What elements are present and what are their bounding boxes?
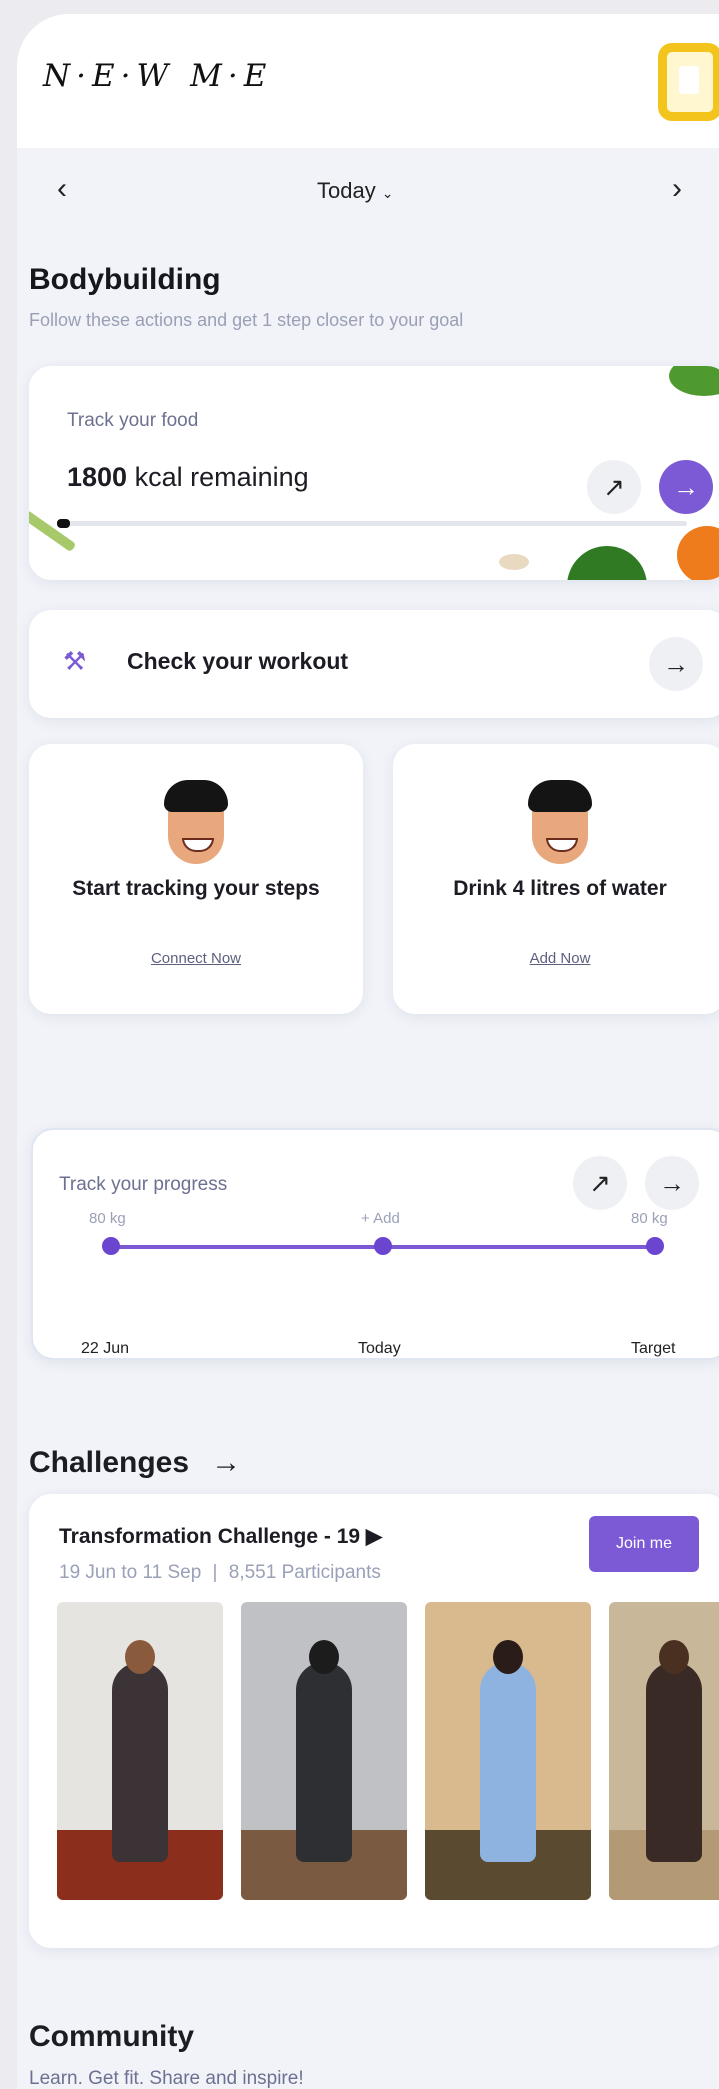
water-tile[interactable]: Drink 4 litres of water Add Now xyxy=(393,744,719,1014)
connect-now-link[interactable]: Connect Now xyxy=(49,950,343,967)
kcal-value: 1800 xyxy=(67,462,128,492)
date-navigator: ‹ Today ⌄ › xyxy=(17,164,719,224)
community-subtitle: Learn. Get fit. Share and inspire! xyxy=(29,2068,304,2089)
photo-person xyxy=(112,1662,168,1862)
kcal-remaining: 1800 kcal remaining xyxy=(67,462,309,493)
goal-subtitle: Follow these actions and get 1 step clos… xyxy=(29,310,464,330)
challenge-participants: 8,551 Participants xyxy=(228,1562,381,1583)
greens-decoration xyxy=(669,366,719,396)
target-label: Target xyxy=(631,1340,676,1357)
photo-person-head xyxy=(309,1640,339,1674)
goal-title: Bodybuilding xyxy=(29,263,221,296)
start-point xyxy=(102,1237,120,1255)
app-header: N·E·W M·E xyxy=(17,14,719,148)
photo-person-head xyxy=(125,1640,155,1674)
photo-person-head xyxy=(659,1640,689,1674)
challenges-title: Challenges xyxy=(29,1446,190,1479)
target-point xyxy=(646,1237,664,1255)
calorie-progress-bar xyxy=(57,519,687,528)
workout-label: Check your workout xyxy=(127,648,349,674)
beans-decoration xyxy=(499,554,529,570)
photo-person xyxy=(646,1662,702,1862)
app-screen: N·E·W M·E ‹ Today ⌄ › Bodybuilding Follow… xyxy=(17,14,719,2089)
track-food-label: Track your food xyxy=(67,410,199,431)
transformation-photo[interactable] xyxy=(425,1602,591,1900)
challenge-meta: 19 Jun to 11 Sep | 8,551 Participants xyxy=(59,1562,381,1584)
today-point[interactable] xyxy=(374,1237,392,1255)
dumbbell-icon: ⚒ xyxy=(63,646,87,676)
date-selector[interactable]: Today ⌄ xyxy=(317,178,393,204)
track-food-card[interactable]: Track your food 1800 kcal remaining ↗ → xyxy=(29,366,719,580)
challenges-heading[interactable]: Challenges → xyxy=(29,1446,241,1480)
community-title: Community xyxy=(29,2020,194,2053)
pumpkin-decoration xyxy=(677,526,719,580)
add-weight-link[interactable]: + Add xyxy=(361,1210,400,1227)
transformation-photo[interactable] xyxy=(609,1602,719,1900)
calorie-progress-fill xyxy=(57,519,70,528)
progress-go-button[interactable]: → xyxy=(645,1156,699,1210)
food-trend-button[interactable]: ↗ xyxy=(587,460,641,514)
track-progress-card[interactable]: Track your progress ↗ → 80 kg + Add 80 k… xyxy=(31,1128,719,1360)
progress-trend-button[interactable]: ↗ xyxy=(573,1156,627,1210)
avatar-icon xyxy=(164,780,228,864)
steps-tile-title: Start tracking your steps xyxy=(72,877,320,900)
challenge-name[interactable]: Transformation Challenge - 19 ▶ xyxy=(59,1524,382,1549)
start-weight: 80 kg xyxy=(89,1210,126,1227)
app-logo: N·E·W M·E xyxy=(43,58,273,94)
photo-person xyxy=(296,1662,352,1862)
profile-frame-icon[interactable] xyxy=(658,43,719,121)
add-now-link[interactable]: Add Now xyxy=(413,950,707,967)
start-date-label: 22 Jun xyxy=(81,1340,130,1357)
transformation-photo[interactable] xyxy=(57,1602,223,1900)
join-challenge-button[interactable]: Join me xyxy=(589,1516,699,1572)
workout-card[interactable]: ⚒ Check your workout → xyxy=(29,610,719,718)
target-weight: 80 kg xyxy=(631,1210,668,1227)
next-day-button[interactable]: › xyxy=(672,172,682,206)
challenge-dates: 19 Jun to 11 Sep xyxy=(59,1562,202,1583)
chevron-down-icon: ⌄ xyxy=(381,185,394,201)
arrow-right-icon: → xyxy=(211,1446,242,1479)
herb-decoration xyxy=(29,509,77,553)
date-label: Today xyxy=(317,178,376,203)
water-tile-title: Drink 4 litres of water xyxy=(453,877,667,900)
meta-separator: | xyxy=(212,1562,218,1583)
steps-tile[interactable]: Start tracking your steps Connect Now xyxy=(29,744,363,1014)
workout-go-button[interactable]: → xyxy=(649,637,703,691)
broccoli-decoration xyxy=(567,546,647,580)
photo-person xyxy=(480,1662,536,1862)
kcal-text: kcal remaining xyxy=(127,462,309,492)
today-label: Today xyxy=(358,1340,401,1357)
avatar-icon xyxy=(528,780,592,864)
photo-person-head xyxy=(493,1640,523,1674)
food-go-button[interactable]: → xyxy=(659,460,713,514)
previous-day-button[interactable]: ‹ xyxy=(57,172,67,206)
challenge-card[interactable]: Transformation Challenge - 19 ▶ 19 Jun t… xyxy=(29,1494,719,1948)
track-progress-label: Track your progress xyxy=(59,1174,228,1195)
transformation-photo[interactable] xyxy=(241,1602,407,1900)
